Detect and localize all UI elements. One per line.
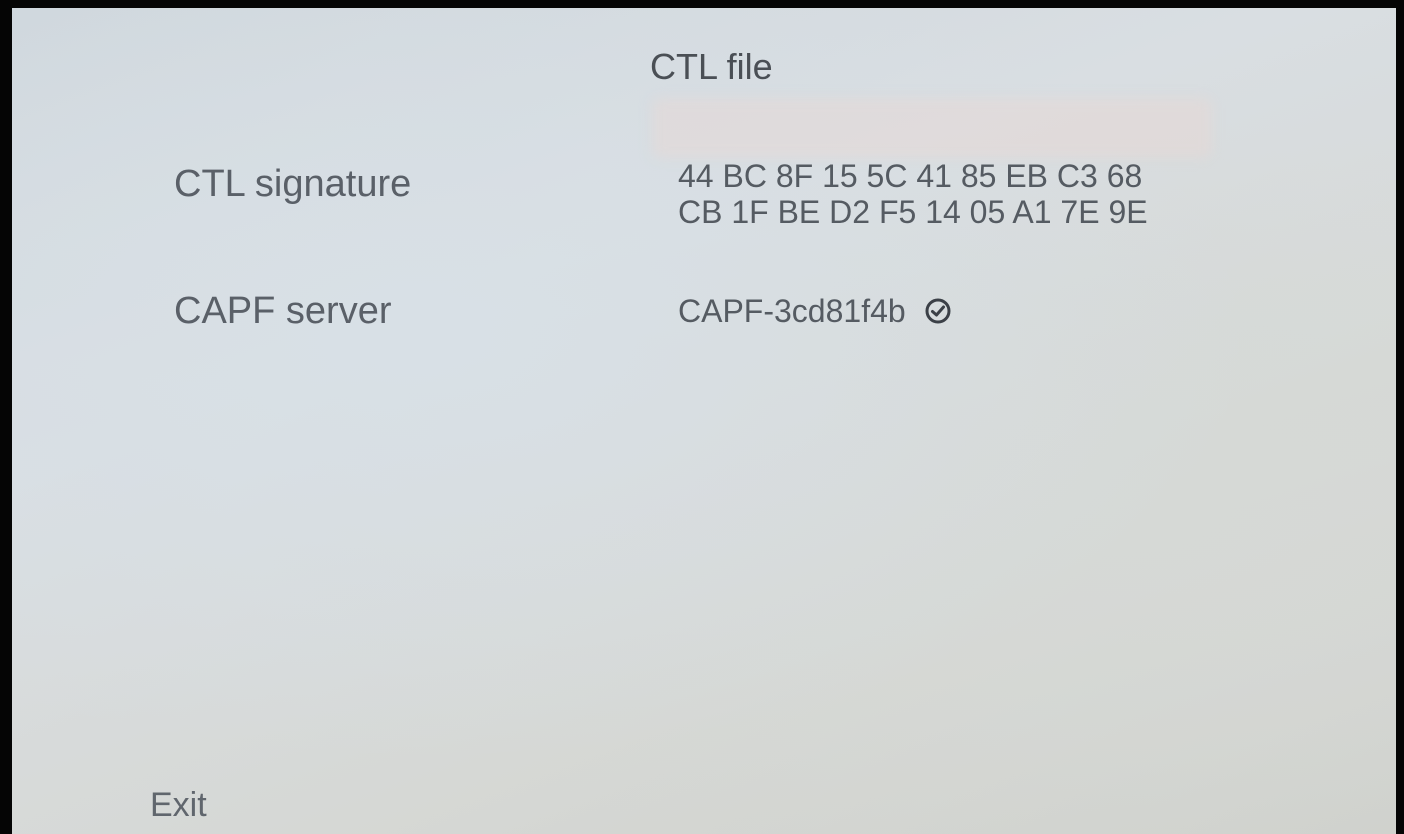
device-bezel: CTL file CTL signature 44 BC 8F 15 5C 41… [0, 0, 1404, 834]
page-title: CTL file [650, 46, 773, 87]
ctl-signature-value-line2: CB 1F BE D2 F5 14 05 A1 7E 9E [678, 194, 1148, 230]
screen-glare [652, 98, 1212, 158]
check-circle-icon [924, 297, 952, 325]
capf-server-value: CAPF-3cd81f4b [678, 293, 906, 329]
capf-server-row: CAPF-3cd81f4b [678, 293, 952, 329]
ctl-signature-label: CTL signature [174, 163, 412, 205]
ctl-signature-value-line1: 44 BC 8F 15 5C 41 85 EB C3 68 [678, 158, 1143, 194]
capf-server-label: CAPF server [174, 290, 392, 332]
exit-softkey[interactable]: Exit [150, 786, 207, 825]
phone-screen: CTL file CTL signature 44 BC 8F 15 5C 41… [12, 8, 1396, 834]
